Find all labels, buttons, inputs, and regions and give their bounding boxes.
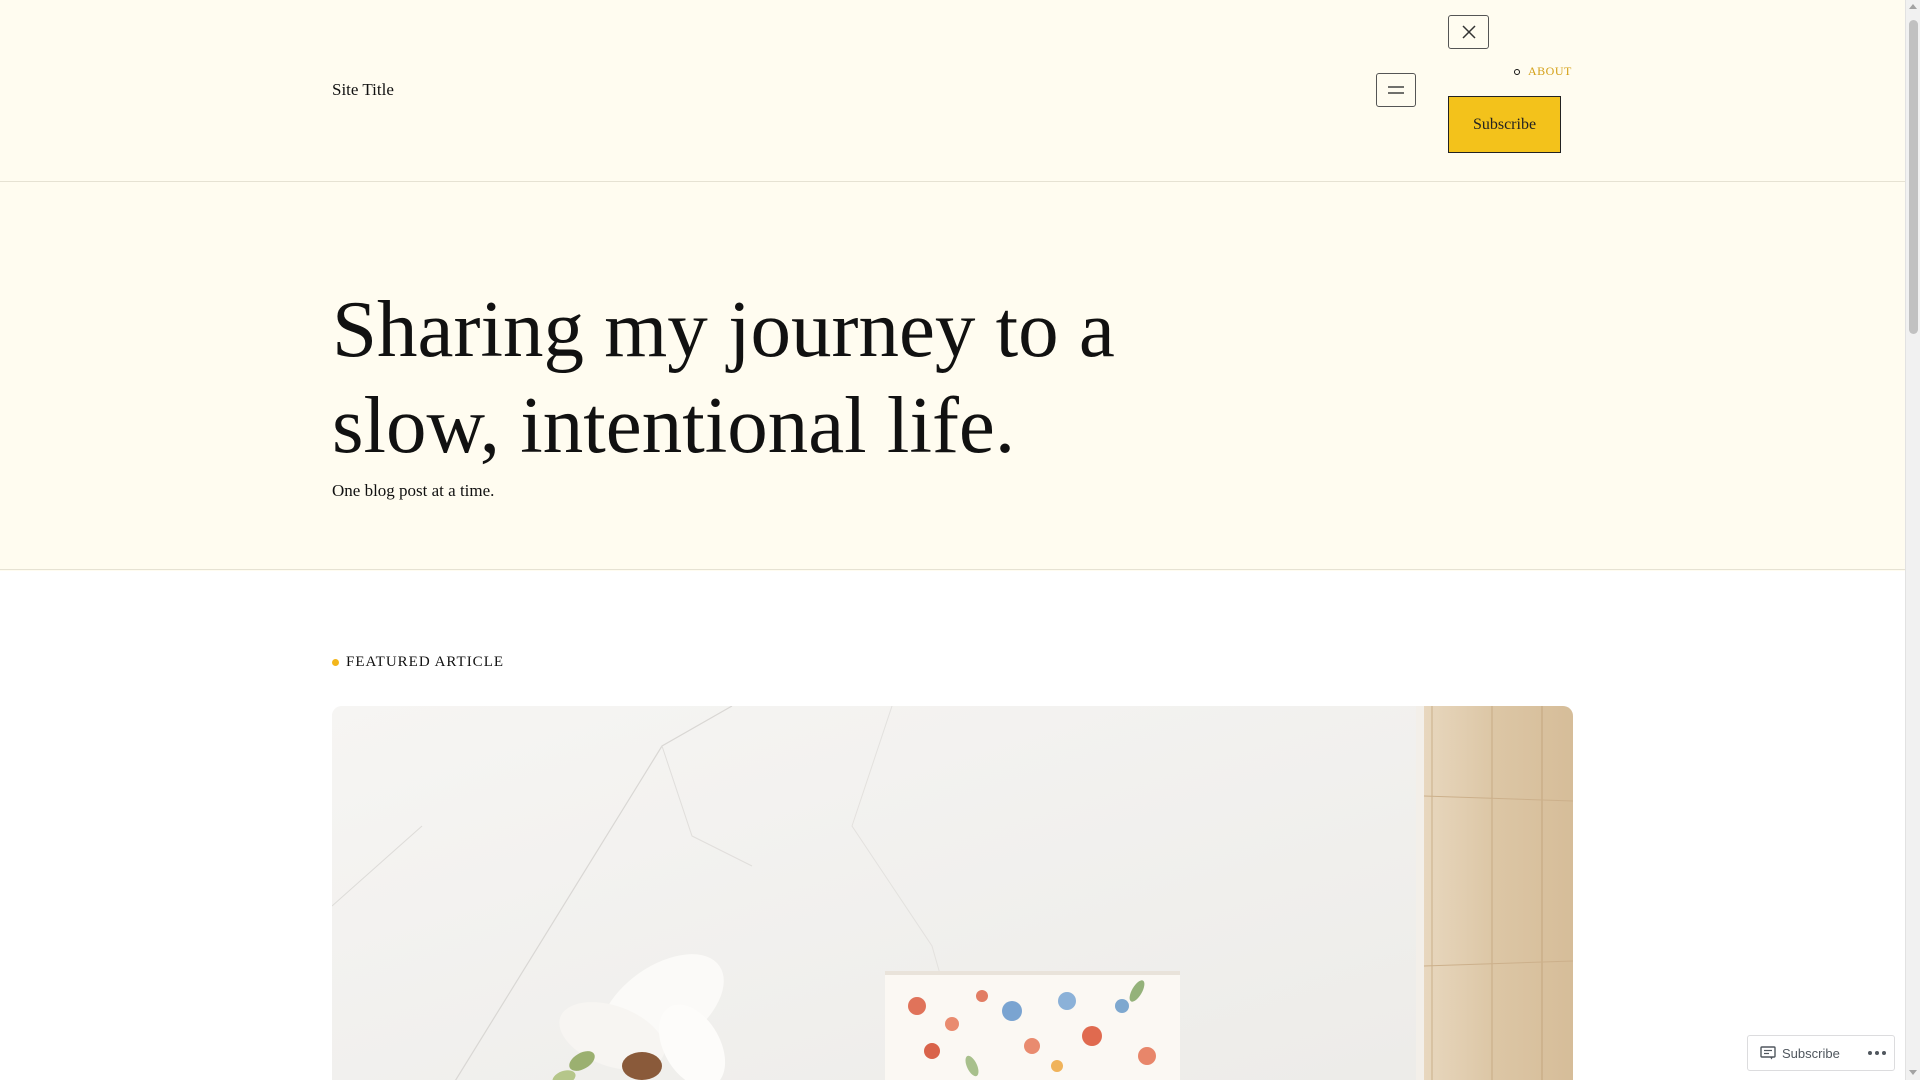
featured-dot (332, 659, 339, 666)
featured-photo (332, 706, 1573, 1080)
site-title[interactable]: Site Title (332, 80, 394, 100)
hero-title: Sharing my journey to a slow, intentiona… (332, 284, 1115, 470)
nav-item-about: ABOUT (1514, 64, 1572, 79)
scroll-down-arrow-icon[interactable] (1909, 1070, 1917, 1075)
primary-nav: ABOUT (1514, 64, 1572, 79)
more-icon[interactable] (1868, 1051, 1886, 1055)
menu-icon (1388, 86, 1404, 94)
scroll-up-arrow-icon[interactable] (1909, 4, 1917, 9)
nav-bullet (1514, 68, 1520, 75)
nav-link-about[interactable]: ABOUT (1528, 64, 1572, 79)
site-header: Site Title ABOUT Subscribe (0, 0, 1905, 182)
featured-section: FEATURED ARTICLE (0, 571, 1905, 1080)
floating-subscribe-button[interactable]: Subscribe (1760, 1046, 1840, 1061)
close-icon (1461, 25, 1476, 39)
page-viewport: Site Title ABOUT Subscribe Sharing my jo… (0, 0, 1905, 1080)
featured-label: FEATURED ARTICLE (332, 654, 504, 671)
open-menu-button[interactable] (1376, 73, 1416, 107)
close-menu-button[interactable] (1448, 15, 1489, 49)
reader-icon (1760, 1046, 1776, 1060)
floating-subscribe-bar: Subscribe (1747, 1035, 1895, 1071)
scrollbar-thumb[interactable] (1909, 20, 1918, 334)
hero-subtitle: One blog post at a time. (332, 481, 495, 500)
hero-section: Sharing my journey to a slow, intentiona… (0, 183, 1905, 570)
featured-label-text: FEATURED ARTICLE (346, 654, 505, 670)
featured-article-image[interactable] (332, 706, 1573, 1080)
subscribe-button[interactable]: Subscribe (1448, 96, 1561, 153)
floating-subscribe-label: Subscribe (1782, 1045, 1840, 1061)
page-scrollbar[interactable] (1905, 0, 1920, 1080)
